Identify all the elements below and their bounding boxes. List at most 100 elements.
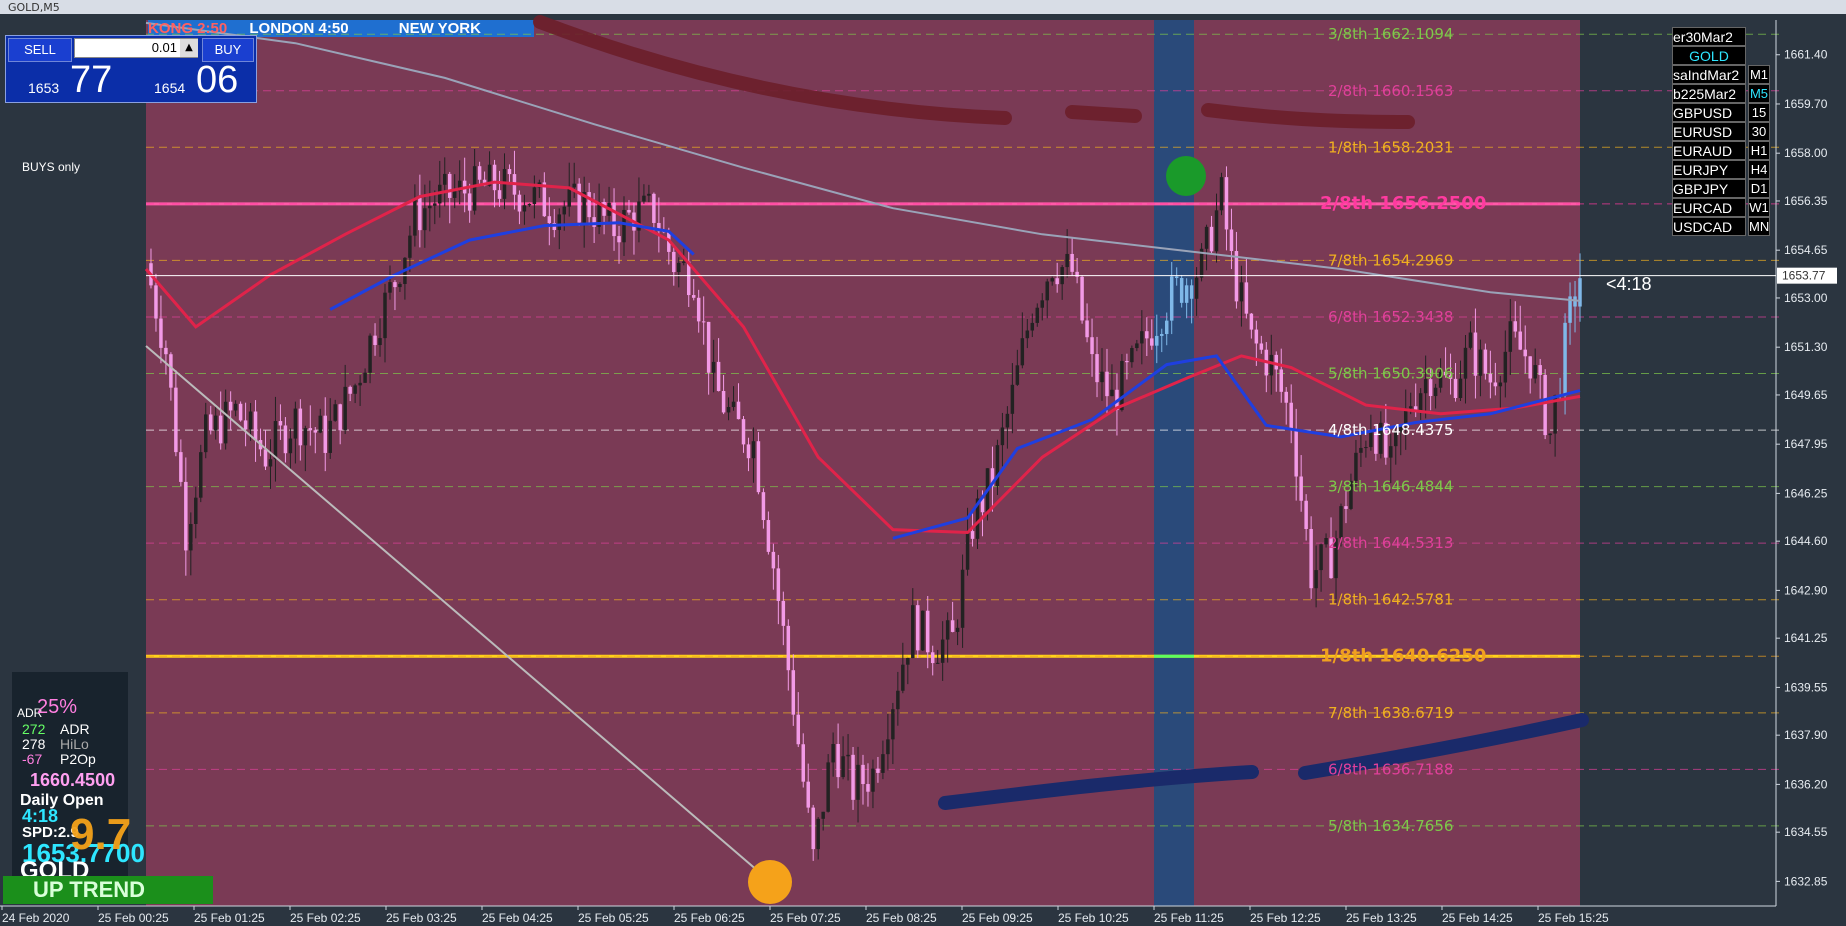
- candle-body: [1239, 282, 1244, 302]
- symbol-button[interactable]: EURAUD: [1672, 141, 1746, 160]
- candle-body: [522, 205, 527, 212]
- candle-body: [248, 411, 253, 430]
- candle-body: [1359, 447, 1363, 453]
- murrey-level-label: 1/8th 1642.5781: [1328, 591, 1453, 609]
- candle-body: [866, 784, 870, 792]
- candle-body: [841, 756, 845, 778]
- symbol-button[interactable]: GBPUSD: [1672, 103, 1746, 122]
- candle-body: [1140, 331, 1144, 344]
- timeframe-button[interactable]: H4: [1748, 160, 1770, 179]
- symbol-button[interactable]: EURJPY: [1672, 160, 1746, 179]
- candle-body: [293, 408, 298, 439]
- candle-body: [204, 414, 208, 453]
- timeframe-button[interactable]: M1: [1748, 65, 1770, 84]
- symbol-button[interactable]: GOLD: [1672, 46, 1746, 65]
- candle-body: [1314, 570, 1318, 589]
- price-tick-label: 1637.90: [1784, 728, 1828, 742]
- time-tick-label: 24 Feb 2020: [2, 911, 70, 925]
- candle-body: [731, 401, 736, 408]
- price-tick-label: 1634.55: [1784, 825, 1828, 839]
- candle-body: [1110, 389, 1114, 397]
- timeframe-button[interactable]: MN: [1748, 217, 1770, 236]
- p2o-label: P2Op: [60, 751, 96, 767]
- timeframe-button[interactable]: M5: [1748, 84, 1770, 103]
- timeframe-button[interactable]: W1: [1748, 198, 1770, 217]
- lot-increase-button[interactable]: ▲: [180, 39, 198, 57]
- murrey-level-label: 2/8th 1660.1563: [1328, 82, 1453, 100]
- candle-body: [930, 652, 935, 664]
- candle-body: [587, 192, 591, 218]
- candle-body: [1468, 332, 1473, 348]
- candle-body: [388, 282, 392, 293]
- candle-body: [1503, 351, 1508, 383]
- candle-body: [706, 321, 711, 373]
- symbol-button[interactable]: EURUSD: [1672, 122, 1746, 141]
- candle-body: [1090, 337, 1094, 355]
- candle-body: [950, 620, 955, 632]
- candle-body: [711, 361, 716, 373]
- time-tick-label: 25 Feb 03:25: [386, 911, 457, 925]
- candle-body: [1234, 251, 1239, 302]
- price-tick-label: 1646.25: [1784, 486, 1828, 500]
- candle-body: [901, 664, 905, 691]
- time-tick-label: 25 Feb 09:25: [962, 911, 1033, 925]
- candle-body: [761, 492, 766, 521]
- candle-body: [313, 430, 318, 433]
- symbol-row: GOLD: [1672, 46, 1770, 65]
- candle-body: [174, 387, 178, 453]
- sell-button[interactable]: SELL: [8, 38, 72, 62]
- buys-only-label: BUYS only: [22, 160, 81, 174]
- price-chart[interactable]: GOLD,M5 3/8th 1662.1094 2/8th 1660.1563 1/…: [0, 0, 1846, 926]
- candle-body: [268, 459, 273, 467]
- candle-body: [1229, 229, 1234, 252]
- candle-body: [298, 408, 303, 446]
- candle-body: [647, 193, 651, 196]
- symbol-button[interactable]: er30Mar2: [1672, 27, 1746, 46]
- candle-body: [701, 321, 706, 323]
- candle-body: [691, 295, 696, 298]
- candle-body: [159, 318, 163, 348]
- timeframe-button[interactable]: D1: [1748, 179, 1770, 198]
- candle-body: [1453, 378, 1458, 399]
- candle-body: [821, 811, 825, 819]
- candle-body: [816, 818, 820, 850]
- time-tick-label: 25 Feb 11:25: [1154, 911, 1224, 925]
- sell-price-prefix: 1653: [28, 80, 60, 96]
- candle-body: [911, 605, 915, 659]
- candle-body: [781, 600, 786, 626]
- timeframe-button[interactable]: 30: [1748, 122, 1770, 141]
- candle-body: [1498, 382, 1503, 387]
- timeframe-button[interactable]: H1: [1748, 141, 1770, 160]
- candle-body: [806, 781, 810, 808]
- time-tick-label: 25 Feb 15:25: [1538, 911, 1609, 925]
- candle-body: [1085, 320, 1089, 338]
- candle-body: [736, 401, 741, 420]
- timeframe-button[interactable]: 15: [1748, 103, 1770, 122]
- price-tick-label: 1659.70: [1784, 97, 1828, 111]
- candle-body: [721, 390, 726, 413]
- candle-body: [572, 183, 576, 188]
- candle-body: [896, 690, 900, 710]
- candle-body: [1483, 349, 1488, 374]
- candle-body: [1543, 374, 1547, 436]
- candle-body: [507, 169, 512, 175]
- candle-body: [1135, 343, 1139, 349]
- candle-body: [642, 195, 646, 202]
- adr-percent: 25%: [37, 696, 78, 718]
- candle-body: [826, 762, 830, 812]
- symbol-button[interactable]: USDCAD: [1672, 217, 1746, 236]
- time-tick-label: 25 Feb 05:25: [578, 911, 649, 925]
- candle-body: [1578, 278, 1582, 307]
- symbol-button[interactable]: b225Mar2: [1672, 84, 1746, 103]
- price-tick-label: 1641.25: [1784, 631, 1828, 645]
- candle-body: [811, 807, 815, 850]
- candle-body: [278, 421, 283, 426]
- murrey-level-label: 1/8th 1658.2031: [1328, 138, 1453, 156]
- candle-body: [1080, 276, 1084, 321]
- symbol-button[interactable]: saIndMar2: [1672, 65, 1746, 84]
- symbol-button[interactable]: GBPJPY: [1672, 179, 1746, 198]
- symbol-button[interactable]: EURCAD: [1672, 198, 1746, 217]
- session-london: LONDON 4:50: [249, 20, 349, 37]
- buy-price-prefix: 1654: [154, 80, 186, 96]
- murrey-level-label: 2/8th 1644.5313: [1328, 534, 1453, 552]
